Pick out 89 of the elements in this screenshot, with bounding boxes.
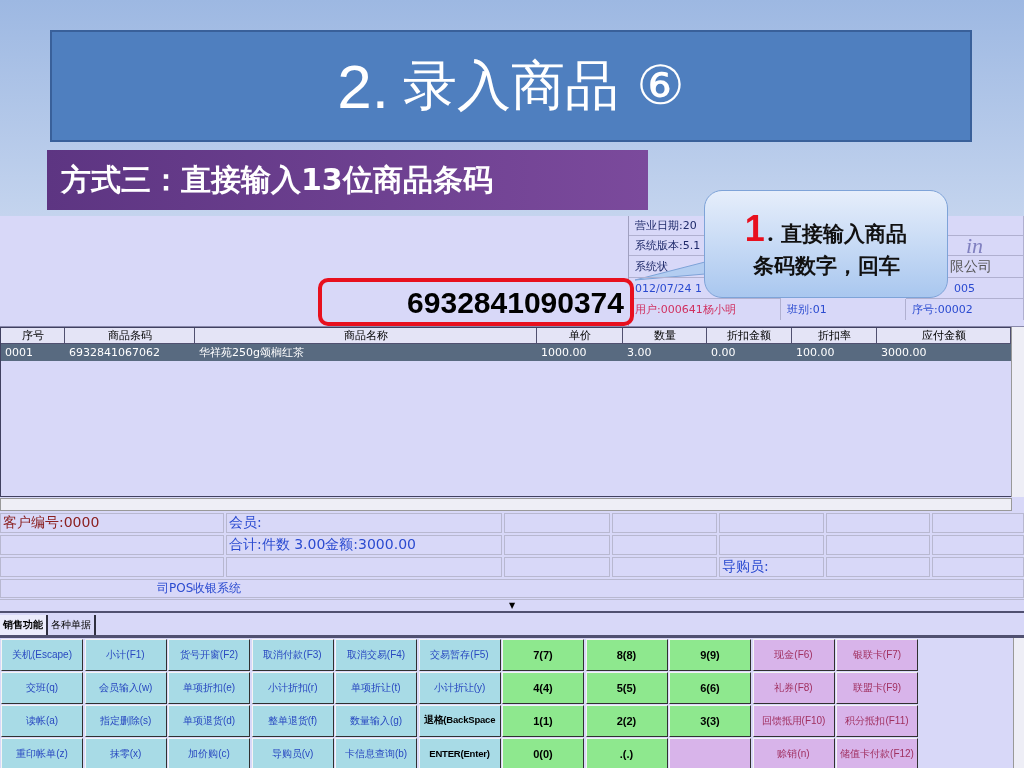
function-key[interactable]: 导购员(v) xyxy=(251,738,334,768)
number-key[interactable]: 3(3) xyxy=(669,705,751,737)
number-key[interactable]: 1(1) xyxy=(502,705,584,737)
slide-subtitle: 方式三：直接输入13位商品条码 xyxy=(47,150,648,210)
function-key[interactable]: 小计折让(y) xyxy=(418,672,501,704)
system-name: 司POS收银系统 xyxy=(157,580,242,597)
function-key[interactable]: 取消交易(F4) xyxy=(335,639,417,671)
function-key[interactable]: 退格(BackSpace xyxy=(418,705,501,737)
number-key[interactable]: 6(6) xyxy=(669,672,751,704)
number-key[interactable]: 4(4) xyxy=(502,672,584,704)
number-key[interactable]: 7(7) xyxy=(502,639,584,671)
horizontal-scrollbar[interactable] xyxy=(0,498,1012,511)
function-key[interactable]: 抹零(x) xyxy=(84,738,167,768)
column-header[interactable]: 序号 xyxy=(1,328,65,344)
column-header[interactable]: 商品名称 xyxy=(195,328,537,344)
callout-text: 条码数字，回车 xyxy=(752,252,900,280)
info-text: 序号:00002 xyxy=(912,302,973,317)
function-key[interactable]: 卡信息查询(b) xyxy=(335,738,417,768)
step-number: 1 xyxy=(744,208,765,250)
function-key[interactable]: 赊销(n) xyxy=(752,738,835,768)
function-key[interactable]: 读帐(a) xyxy=(1,705,83,737)
function-key[interactable]: 会员输入(w) xyxy=(84,672,167,704)
function-key[interactable]: 积分抵扣(F11) xyxy=(836,705,918,737)
function-key[interactable]: 小计折扣(r) xyxy=(251,672,334,704)
table-cell-text: 0001 xyxy=(4,345,34,361)
number-key[interactable]: 8(8) xyxy=(585,639,668,671)
function-key[interactable]: 礼券(F8) xyxy=(752,672,835,704)
info-text: 合计:件数 3.00金额:3000.00 xyxy=(229,536,416,554)
table-cell-text: 3.00 xyxy=(626,345,653,361)
function-key[interactable]: 关机(Escape) xyxy=(1,639,83,671)
tab[interactable]: 各种单据 xyxy=(48,615,96,635)
tab[interactable]: 销售功能 xyxy=(0,615,48,635)
info-text: 客户编号:0000 xyxy=(3,514,100,532)
column-header[interactable]: 折扣率 xyxy=(792,328,877,344)
function-key[interactable]: 货号开窗(F2) xyxy=(168,639,250,671)
function-key[interactable]: 交易暂存(F5) xyxy=(418,639,501,671)
function-key[interactable]: ENTER(Enter) xyxy=(418,738,501,768)
info-text: 导购员: xyxy=(722,558,769,576)
table-cell-text: 0.00 xyxy=(710,345,737,361)
info-text: 012/07/24 1 xyxy=(635,281,702,295)
table-cell-text: 6932841067062 xyxy=(68,345,161,361)
table-row[interactable]: 0001 6932841067062 华祥苑250g颂榈红茶 1000.00 3.00 0.00 100.00 3000.00 xyxy=(1,344,1011,361)
column-header[interactable]: 单价 xyxy=(537,328,623,344)
info-text: 用户:000641杨小明 xyxy=(635,302,736,317)
function-key[interactable]: 指定删除(s) xyxy=(84,705,167,737)
function-key[interactable]: 单项退货(d) xyxy=(168,705,250,737)
function-key[interactable]: 加价购(c) xyxy=(168,738,250,768)
function-key[interactable]: 银联卡(F7) xyxy=(836,639,918,671)
barcode-input[interactable]: 6932841090374 xyxy=(318,278,634,326)
logo-text: in xyxy=(965,232,983,259)
vertical-scrollbar[interactable] xyxy=(1013,638,1024,768)
function-key[interactable]: 现金(F6) xyxy=(752,639,835,671)
info-text: 营业日期:20 xyxy=(635,218,697,233)
number-key[interactable]: .(.) xyxy=(585,738,668,768)
table-cell-text: 100.00 xyxy=(795,345,836,361)
vertical-scrollbar[interactable] xyxy=(1011,327,1024,497)
number-key[interactable]: 9(9) xyxy=(669,639,751,671)
number-key[interactable]: 5(5) xyxy=(585,672,668,704)
number-key[interactable]: 0(0) xyxy=(502,738,584,768)
function-key[interactable]: 整单退货(f) xyxy=(251,705,334,737)
function-key[interactable]: 储值卡付款(F12) xyxy=(836,738,918,768)
function-key[interactable]: 小计(F1) xyxy=(84,639,167,671)
column-header[interactable]: 折扣金额 xyxy=(707,328,792,344)
info-text: 系统版本:5.1 xyxy=(635,238,701,253)
callout-text: . 直接输入商品 xyxy=(766,220,908,248)
column-header[interactable]: 数量 xyxy=(623,328,707,344)
function-key[interactable]: 单项折让(t) xyxy=(335,672,417,704)
function-key[interactable]: 交班(q) xyxy=(1,672,83,704)
function-key[interactable]: 回馈抵用(F10) xyxy=(752,705,835,737)
dropdown-arrow-icon[interactable]: ▼ xyxy=(508,600,516,611)
function-key[interactable]: 取消付款(F3) xyxy=(251,639,334,671)
number-key[interactable]: 2(2) xyxy=(585,705,668,737)
table-cell-text: 1000.00 xyxy=(540,345,588,361)
title-text: 录入商品 ⑥ xyxy=(403,52,685,119)
info-text: 005 xyxy=(954,281,975,295)
info-text: 会员: xyxy=(229,514,262,532)
function-key[interactable]: 单项折扣(e) xyxy=(168,672,250,704)
table-cell-text: 华祥苑250g颂榈红茶 xyxy=(198,345,305,361)
company-name: 限公司 xyxy=(950,257,992,276)
table-cell-text: 3000.00 xyxy=(880,345,928,361)
function-key[interactable]: 联盟卡(F9) xyxy=(836,672,918,704)
function-key[interactable] xyxy=(669,738,751,768)
column-header[interactable]: 应付金额 xyxy=(877,328,1011,344)
function-key[interactable]: 重印帐单(z) xyxy=(1,738,83,768)
column-header[interactable]: 商品条码 xyxy=(65,328,195,344)
info-text: 系统状 xyxy=(635,259,668,274)
info-text: 班别:01 xyxy=(787,302,827,317)
function-key[interactable]: 数量输入(g) xyxy=(335,705,417,737)
title-number: 2. xyxy=(337,50,390,122)
